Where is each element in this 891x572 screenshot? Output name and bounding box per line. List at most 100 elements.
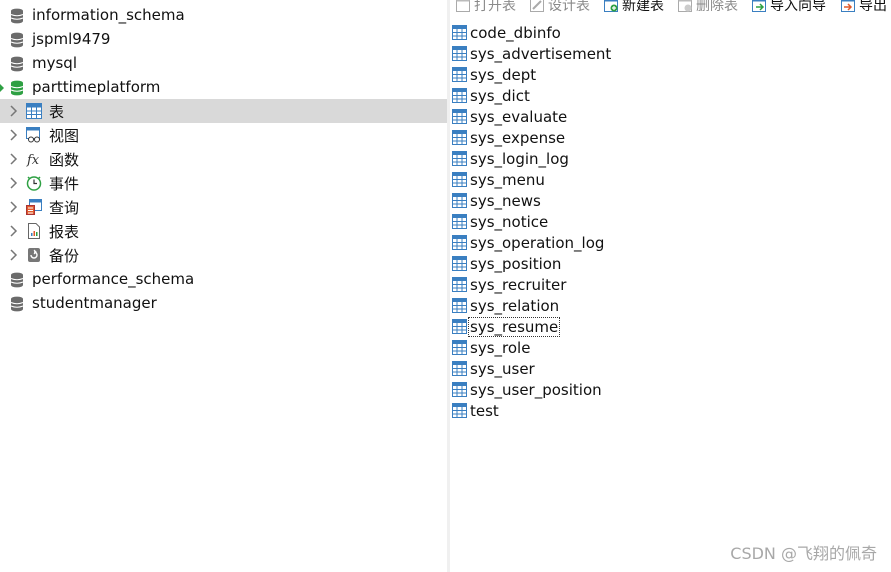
design-table-icon — [530, 0, 544, 12]
table-icon — [452, 130, 467, 145]
open-table-button[interactable]: 打开表 — [456, 0, 516, 14]
new-table-button[interactable]: 新建表 — [604, 0, 664, 14]
table-name: sys_login_log — [470, 150, 569, 168]
design-table-button[interactable]: 设计表 — [530, 0, 590, 14]
delete-table-label: 删除表 — [696, 0, 738, 14]
database-icon — [10, 32, 24, 48]
table-name: sys_operation_log — [470, 234, 605, 252]
db-item-parttimeplatform[interactable]: parttimeplatform — [0, 76, 447, 100]
chevron-right-icon[interactable] — [8, 104, 20, 118]
node-label: 表 — [49, 103, 65, 121]
import-icon — [752, 0, 766, 12]
table-icon — [452, 67, 467, 82]
tree-node-reports[interactable]: 报表 — [0, 219, 447, 243]
table-name: sys_notice — [470, 213, 549, 231]
table-icon — [452, 319, 467, 334]
table-name: sys_resume — [467, 317, 561, 337]
table-icon — [452, 277, 467, 292]
backup-icon — [28, 248, 40, 262]
new-table-label: 新建表 — [622, 0, 664, 14]
export-icon — [841, 0, 855, 12]
database-icon — [10, 272, 24, 288]
db-item-mysql[interactable]: mysql — [0, 52, 447, 76]
node-label: 查询 — [49, 199, 80, 217]
expanded-arrow-icon[interactable] — [0, 84, 4, 92]
db-item-information-schema[interactable]: information_schema — [0, 4, 447, 28]
table-name: sys_news — [470, 192, 541, 210]
query-icon — [26, 199, 42, 215]
chevron-right-icon[interactable] — [8, 176, 20, 190]
import-wizard-button[interactable]: 导入向导 — [752, 0, 826, 14]
chevron-right-icon[interactable] — [8, 152, 20, 166]
table-name: sys_menu — [470, 171, 545, 189]
chevron-right-icon[interactable] — [8, 128, 20, 142]
design-table-label: 设计表 — [548, 0, 590, 14]
tree-node-views[interactable]: 视图 — [0, 123, 447, 147]
database-icon — [10, 8, 24, 24]
tree-node-backups[interactable]: 备份 — [0, 243, 447, 267]
table-icon — [452, 340, 467, 355]
table-icon — [452, 256, 467, 271]
report-icon — [28, 223, 40, 239]
table-name: sys_evaluate — [470, 108, 568, 126]
table-icon — [452, 25, 467, 40]
db-label: jspml9479 — [32, 30, 111, 48]
database-icon — [10, 296, 24, 312]
table-name: test — [470, 402, 499, 420]
table-name: sys_role — [470, 339, 531, 357]
chevron-right-icon[interactable] — [8, 200, 20, 214]
db-label: mysql — [32, 54, 77, 72]
table-name: sys_expense — [470, 129, 566, 147]
database-icon — [10, 56, 24, 72]
tree-node-queries[interactable]: 查询 — [0, 195, 447, 219]
svg-text:fx: fx — [26, 153, 40, 167]
tree-node-functions[interactable]: fx 函数 — [0, 147, 447, 171]
view-icon — [26, 127, 40, 143]
table-icon — [452, 193, 467, 208]
export-wizard-button[interactable]: 导出 — [841, 0, 887, 14]
db-label: performance_schema — [32, 270, 195, 288]
table-name: sys_dict — [470, 87, 530, 105]
node-label: 备份 — [49, 247, 80, 265]
db-label: parttimeplatform — [32, 78, 161, 96]
db-label: studentmanager — [32, 294, 157, 312]
function-icon: fx — [26, 153, 40, 167]
chevron-right-icon[interactable] — [8, 248, 20, 262]
delete-table-icon — [678, 0, 692, 12]
tree-node-tables[interactable]: 表 — [0, 99, 447, 123]
table-icon — [452, 88, 467, 103]
database-active-icon — [10, 80, 24, 96]
node-label: 事件 — [49, 175, 80, 193]
db-item-studentmanager[interactable]: studentmanager — [0, 292, 447, 316]
table-name: code_dbinfo — [470, 24, 561, 42]
new-table-icon — [604, 0, 618, 12]
db-item-jspml9479[interactable]: jspml9479 — [0, 28, 447, 52]
table-icon — [452, 172, 467, 187]
table-icon — [452, 214, 467, 229]
export-wizard-label: 导出 — [859, 0, 887, 14]
table-icon — [26, 103, 42, 119]
import-wizard-label: 导入向导 — [770, 0, 826, 14]
table-icon — [452, 151, 467, 166]
table-icon — [452, 382, 467, 397]
open-table-icon — [456, 0, 470, 12]
table-name: sys_user — [470, 360, 535, 378]
node-label: 函数 — [49, 151, 80, 169]
db-item-performance-schema[interactable]: performance_schema — [0, 268, 447, 292]
table-name: sys_recruiter — [470, 276, 567, 294]
db-label: information_schema — [32, 6, 185, 24]
table-name: sys_relation — [470, 297, 560, 315]
object-toolbar: 打开表 设计表 新建表 删除表 导入向导 导出 — [450, 0, 891, 16]
table-icon — [452, 361, 467, 376]
chevron-right-icon[interactable] — [8, 224, 20, 238]
node-label: 报表 — [49, 223, 80, 241]
table-icon — [452, 109, 467, 124]
table-name: sys_position — [470, 255, 562, 273]
table-icon — [452, 403, 467, 418]
table-icon — [452, 46, 467, 61]
navigation-pane: information_schema jspml9479 mysql partt… — [0, 0, 447, 572]
delete-table-button[interactable]: 删除表 — [678, 0, 738, 14]
event-clock-icon — [26, 176, 42, 191]
tree-node-events[interactable]: 事件 — [0, 171, 447, 195]
table-name: sys_dept — [470, 66, 537, 84]
